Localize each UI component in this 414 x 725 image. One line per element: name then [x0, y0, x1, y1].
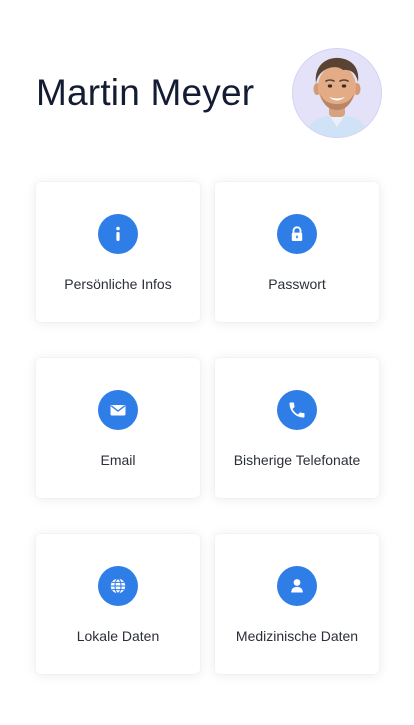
- tile-label: Passwort: [268, 276, 326, 292]
- user-photo-avatar: [293, 49, 381, 137]
- user-name: Martin Meyer: [36, 72, 255, 113]
- tile-personal-info[interactable]: Persönliche Infos: [36, 182, 200, 322]
- tile-label: Medizinische Daten: [235, 628, 359, 644]
- globe-icon: [98, 566, 138, 606]
- avatar[interactable]: [292, 48, 382, 138]
- tile-label: Lokale Daten: [76, 628, 160, 644]
- tile-email[interactable]: Email: [36, 358, 200, 498]
- person-icon: [277, 566, 317, 606]
- menu-grid: Persönliche Infos Passwort Email Bisheri…: [36, 182, 379, 674]
- tile-label: Persönliche Infos: [64, 276, 172, 292]
- tile-call-history[interactable]: Bisherige Telefonate: [215, 358, 379, 498]
- phone-icon: [277, 390, 317, 430]
- tile-password[interactable]: Passwort: [215, 182, 379, 322]
- info-icon: [98, 214, 138, 254]
- tile-label: Email: [100, 452, 136, 468]
- tile-label: Bisherige Telefonate: [233, 452, 361, 468]
- envelope-icon: [98, 390, 138, 430]
- tile-medical-data[interactable]: Medizinische Daten: [215, 534, 379, 674]
- lock-icon: [277, 214, 317, 254]
- profile-header: Martin Meyer: [0, 0, 414, 160]
- tile-local-data[interactable]: Lokale Daten: [36, 534, 200, 674]
